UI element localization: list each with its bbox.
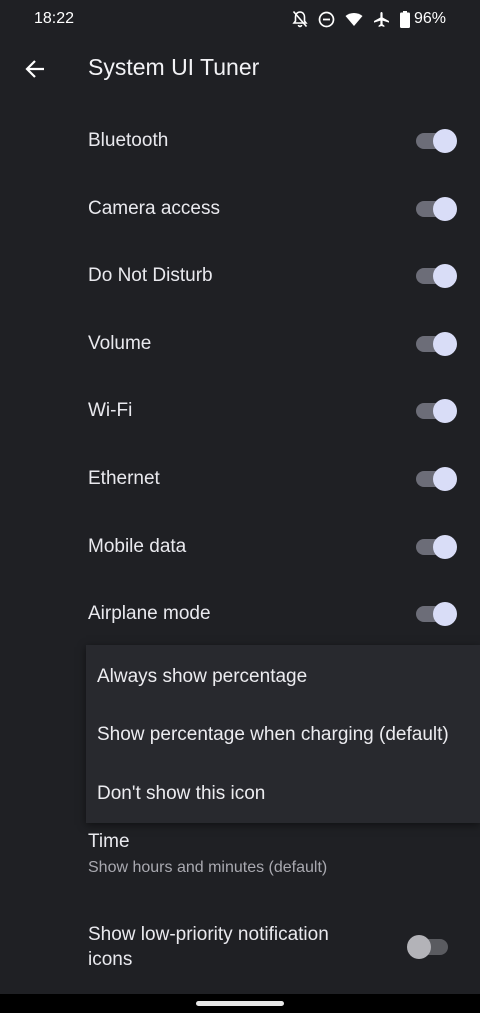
- camera-access-toggle[interactable]: [416, 196, 457, 221]
- toggle-thumb: [433, 128, 457, 153]
- switch-label: Show low-priority notification icons: [88, 924, 329, 970]
- menu-item-dont-show-icon[interactable]: Don't show this icon: [86, 765, 480, 823]
- switch-label: Airplane mode: [88, 602, 211, 624]
- airplane-icon: [373, 11, 390, 28]
- battery-icon: [399, 10, 410, 28]
- gesture-handle[interactable]: [196, 1001, 284, 1006]
- menu-item-always-show-percentage[interactable]: Always show percentage: [86, 648, 480, 706]
- toggle-thumb: [433, 331, 457, 356]
- back-button[interactable]: [18, 52, 52, 86]
- switch-row-low-priority-icons[interactable]: Show low-priority notification icons: [0, 916, 480, 980]
- toggle-thumb: [433, 534, 457, 559]
- switch-row-bluetooth[interactable]: Bluetooth: [0, 107, 480, 174]
- time-pref-summary: Show hours and minutes (default): [88, 859, 328, 876]
- menu-item-label: Show percentage when charging (default): [97, 724, 449, 745]
- ethernet-toggle[interactable]: [416, 466, 457, 491]
- app-bar: System UI Tuner: [0, 40, 480, 102]
- arrow-back-icon: [25, 60, 44, 78]
- airplane-mode-toggle[interactable]: [416, 601, 457, 626]
- switch-label: Volume: [88, 332, 152, 354]
- page-title: System UI Tuner: [88, 54, 260, 80]
- mobile-data-toggle[interactable]: [416, 534, 457, 559]
- toggle-thumb: [407, 935, 431, 959]
- switch-row-mobile-data[interactable]: Mobile data: [0, 513, 480, 580]
- switch-row-do-not-disturb[interactable]: Do Not Disturb: [0, 242, 480, 309]
- switch-label: Do Not Disturb: [88, 264, 213, 286]
- switch-label: Bluetooth: [88, 129, 169, 151]
- switch-row-ethernet[interactable]: Ethernet: [0, 445, 480, 512]
- switch-row-wifi[interactable]: Wi-Fi: [0, 377, 480, 444]
- do-not-disturb-toggle[interactable]: [416, 263, 457, 288]
- status-icons: 96%: [292, 10, 446, 28]
- switch-label: Mobile data: [88, 535, 187, 557]
- battery-percentage: 96%: [413, 10, 446, 27]
- toggle-thumb: [433, 398, 457, 423]
- switch-row-camera-access[interactable]: Camera access: [0, 175, 480, 242]
- menu-item-label: Don't show this icon: [97, 783, 266, 804]
- battery-options-menu: Always show percentage Show percentage w…: [86, 645, 480, 823]
- switch-label: Wi-Fi: [88, 399, 133, 421]
- menu-item-show-percentage-when-charging[interactable]: Show percentage when charging (default): [86, 706, 480, 764]
- switch-label: Ethernet: [88, 467, 160, 489]
- notifications-off-icon: [292, 10, 308, 28]
- navigation-bar: [0, 994, 480, 1013]
- wifi-icon: [345, 12, 363, 27]
- toggle-thumb: [433, 466, 457, 491]
- do-not-disturb-icon: [318, 11, 335, 28]
- volume-toggle[interactable]: [416, 331, 457, 356]
- time-pref-title: Time: [88, 831, 130, 852]
- toggle-thumb: [433, 601, 457, 626]
- switch-row-volume[interactable]: Volume: [0, 310, 480, 377]
- low-priority-icons-toggle[interactable]: [407, 935, 448, 959]
- status-time: 18:22: [34, 10, 75, 27]
- wifi-toggle[interactable]: [416, 398, 457, 423]
- toggle-thumb: [433, 263, 457, 288]
- switch-label: Camera access: [88, 197, 220, 219]
- switch-row-airplane-mode[interactable]: Airplane mode: [0, 580, 480, 647]
- toggle-thumb: [433, 196, 457, 221]
- menu-item-label: Always show percentage: [97, 666, 308, 687]
- bluetooth-toggle[interactable]: [416, 128, 457, 153]
- status-bar: 18:22 96%: [0, 0, 480, 38]
